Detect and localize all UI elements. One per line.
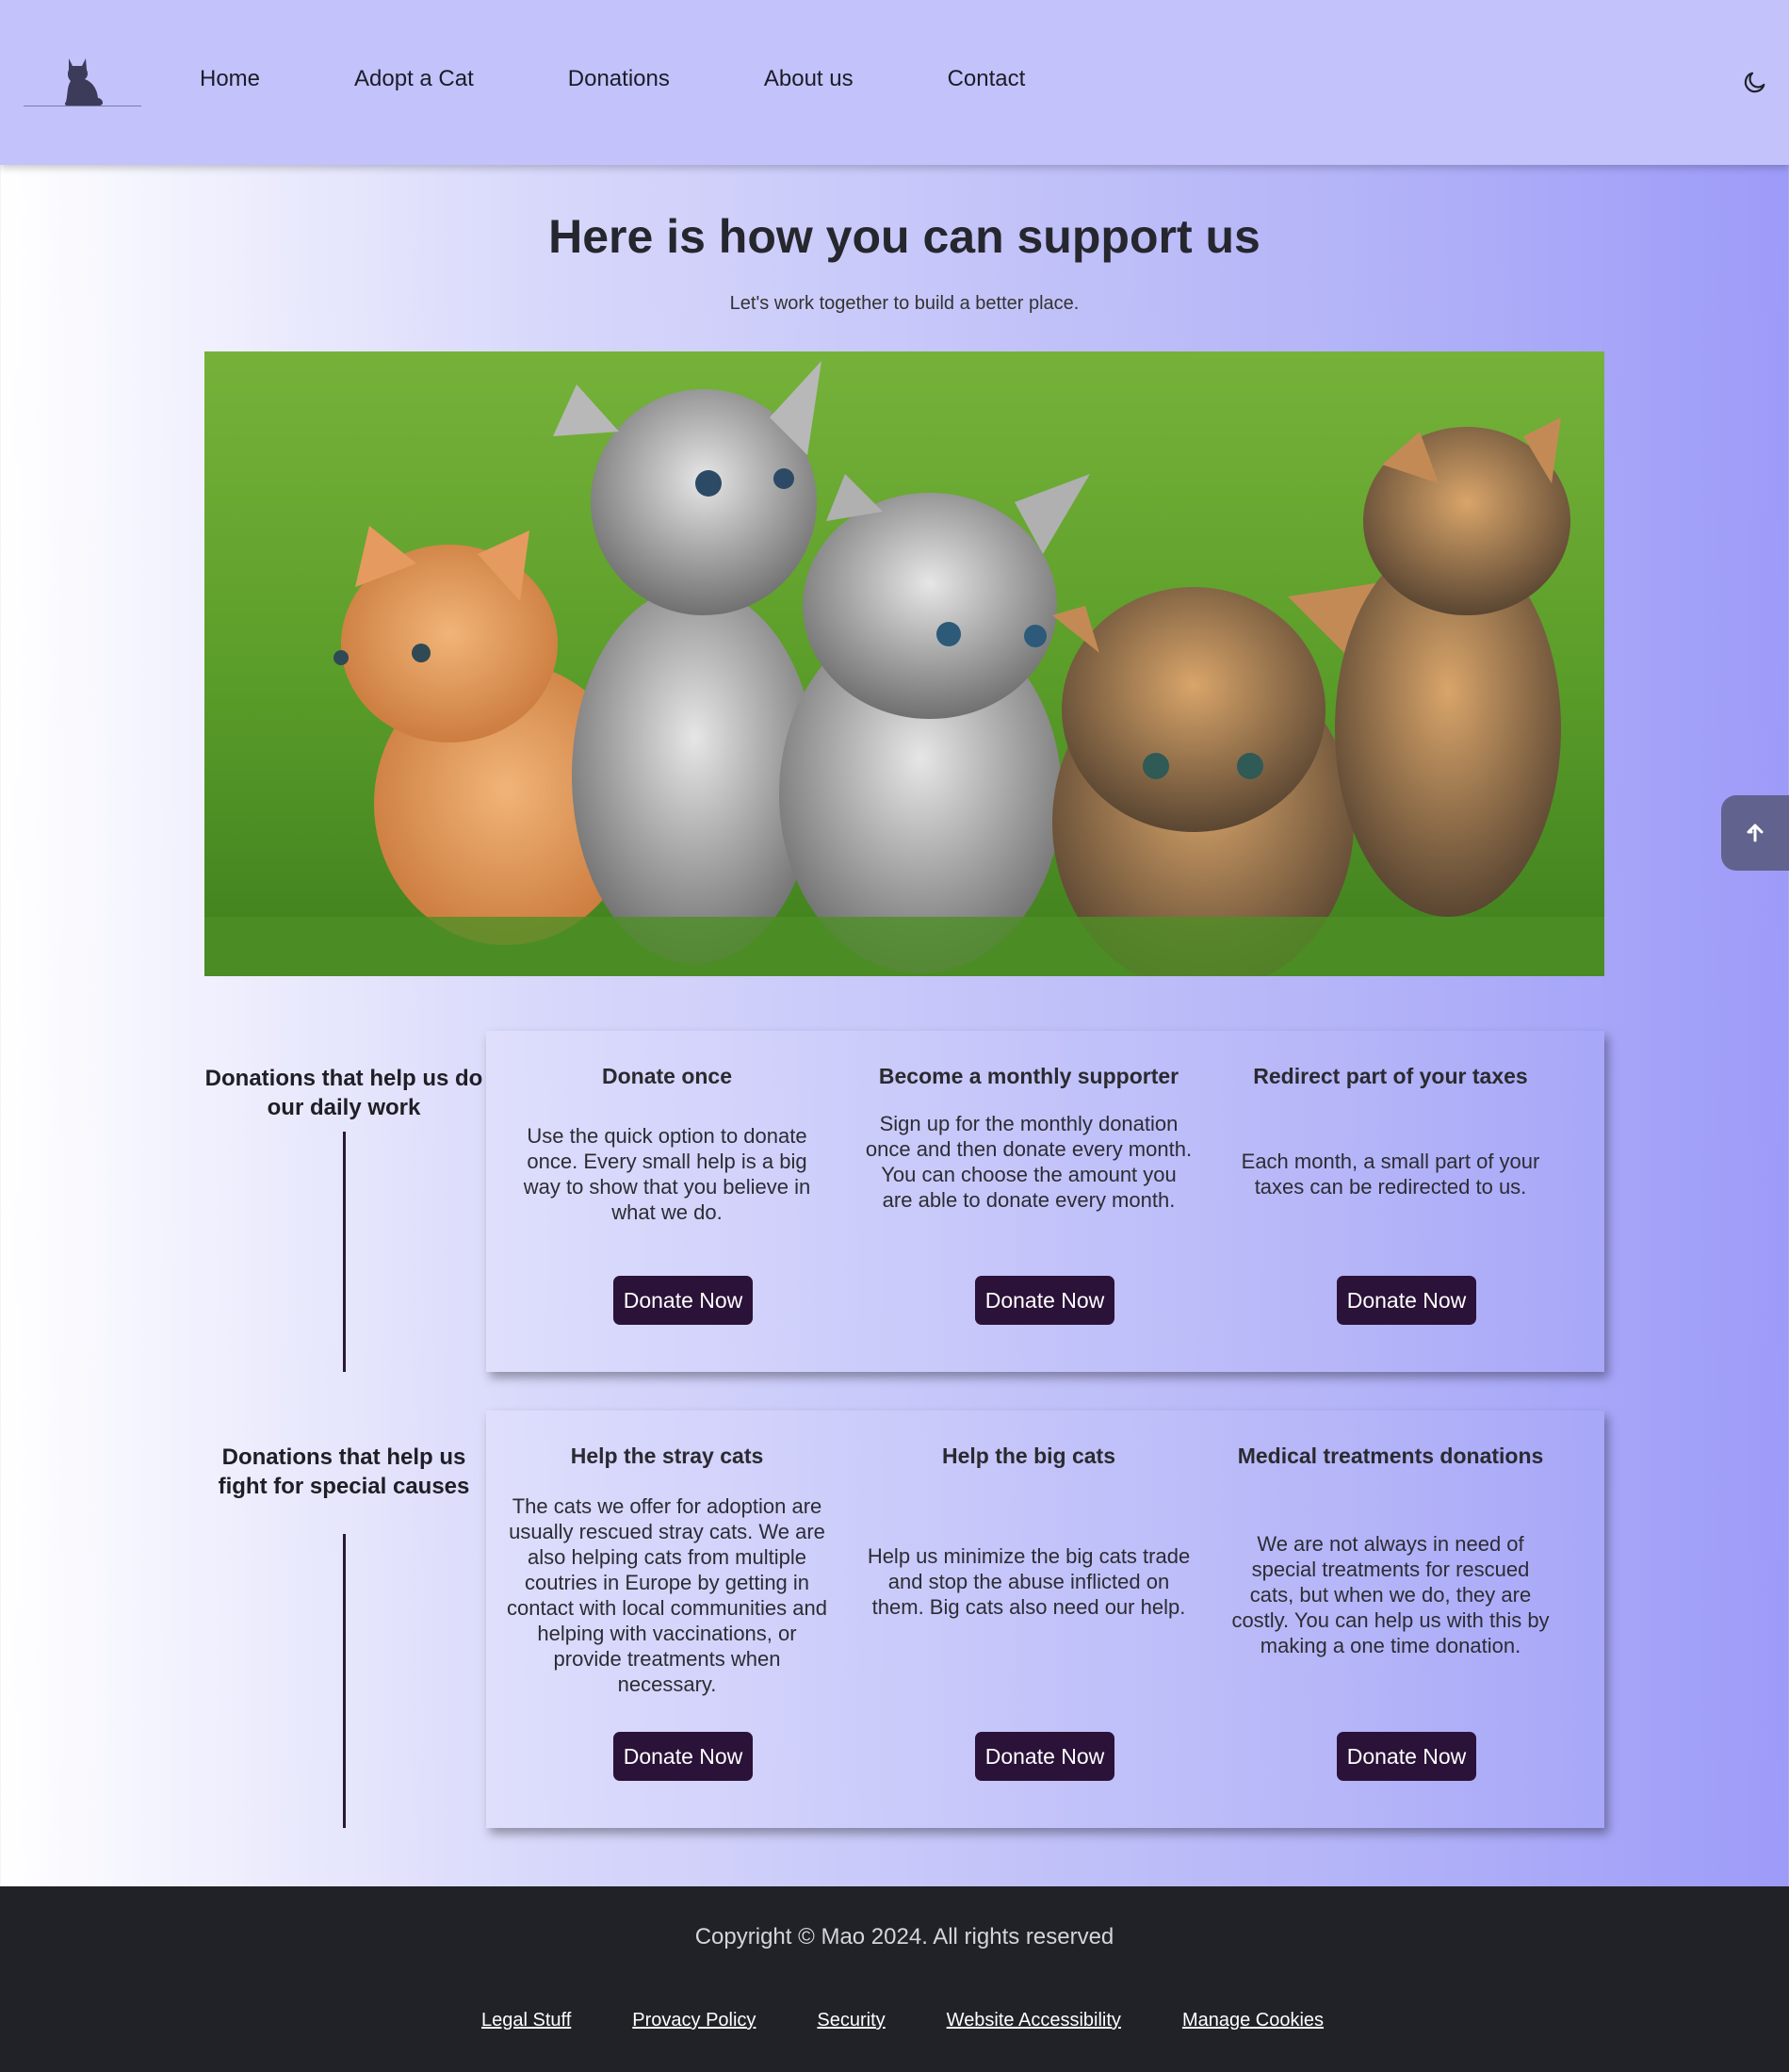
nav-contact[interactable]: Contact: [948, 66, 1026, 92]
footer: Copyright © Mao 2024. All rights reserve…: [0, 1886, 1789, 2072]
footer-link-legal-stuff[interactable]: Legal Stuff: [481, 2010, 571, 2031]
donate-now-button[interactable]: Donate Now: [975, 1276, 1114, 1325]
nav-adopt-a-cat[interactable]: Adopt a Cat: [354, 66, 474, 92]
kittens-photo: [204, 351, 1604, 976]
donate-now-button[interactable]: Donate Now: [1337, 1276, 1476, 1325]
footer-link-security[interactable]: Security: [817, 2010, 885, 2031]
nav-about-us[interactable]: About us: [764, 66, 854, 92]
card-description: Use the quick option to donate once. Eve…: [523, 1124, 811, 1224]
donation-card: Donate once Use the quick option to dona…: [486, 1031, 848, 1372]
cat-silhouette-icon: [64, 58, 103, 106]
section-divider: [343, 1534, 346, 1828]
donate-now-button[interactable]: Donate Now: [975, 1732, 1114, 1781]
moon-icon: [1744, 72, 1765, 93]
donation-card: Medical treatments donations We are not …: [1210, 1411, 1571, 1828]
scroll-to-top-button[interactable]: [1721, 795, 1789, 871]
donation-card: Help the big cats Help us minimize the b…: [848, 1411, 1210, 1828]
donation-card: Help the stray cats The cats we offer fo…: [486, 1411, 848, 1828]
card-description: Help us minimize the big cats trade and …: [867, 1544, 1191, 1619]
section-label-special-causes: Donations that help us fight for special…: [218, 1444, 470, 1499]
card-title: Donate once: [601, 1064, 733, 1088]
logo[interactable]: [24, 52, 141, 106]
card-description: Each month, a small part of your taxes c…: [1241, 1150, 1540, 1199]
page-subtitle: Let's work together to build a better pl…: [729, 293, 1080, 314]
main-nav: Home Adopt a Cat Donations About us Cont…: [200, 66, 1119, 92]
arrow-up-icon: [1747, 824, 1764, 842]
copyright-text: Copyright © Mao 2024. All rights reserve…: [694, 1924, 1114, 1950]
card-title: Medical treatments donations: [1237, 1444, 1544, 1468]
footer-links: Legal Stuff Provacy Policy Security Webs…: [481, 2010, 1385, 2031]
footer-link-website-accessibility[interactable]: Website Accessibility: [947, 2010, 1121, 2031]
donate-now-button[interactable]: Donate Now: [613, 1732, 753, 1781]
navbar: Home Adopt a Cat Donations About us Cont…: [0, 0, 1789, 165]
section-divider: [343, 1132, 346, 1372]
card-description: We are not always in need of special tre…: [1231, 1532, 1550, 1657]
nav-donations[interactable]: Donations: [568, 66, 670, 92]
card-description: Sign up for the monthly donation once an…: [865, 1112, 1193, 1212]
donation-cards-daily-work: Donate once Use the quick option to dona…: [486, 1031, 1604, 1372]
page-title: Here is how you can support us: [548, 210, 1260, 263]
card-title: Become a monthly supporter: [878, 1064, 1179, 1088]
donation-cards-special-causes: Help the stray cats The cats we offer fo…: [486, 1411, 1604, 1828]
card-title: Help the big cats: [941, 1444, 1116, 1468]
donate-now-button[interactable]: Donate Now: [1337, 1732, 1476, 1781]
card-title: Help the stray cats: [570, 1444, 764, 1468]
footer-link-manage-cookies[interactable]: Manage Cookies: [1182, 2010, 1324, 2031]
nav-home[interactable]: Home: [200, 66, 260, 92]
donation-card: Become a monthly supporter Sign up for t…: [848, 1031, 1210, 1372]
section-label-daily-work: Donations that help us do our daily work: [204, 1066, 483, 1120]
theme-toggle-button[interactable]: [1742, 69, 1768, 95]
donate-now-button[interactable]: Donate Now: [613, 1276, 753, 1325]
footer-link-privacy-policy[interactable]: Provacy Policy: [632, 2010, 756, 2031]
card-description: The cats we offer for adoption are usual…: [507, 1494, 827, 1696]
donation-card: Redirect part of your taxes Each month, …: [1210, 1031, 1571, 1372]
card-title: Redirect part of your taxes: [1253, 1064, 1528, 1088]
